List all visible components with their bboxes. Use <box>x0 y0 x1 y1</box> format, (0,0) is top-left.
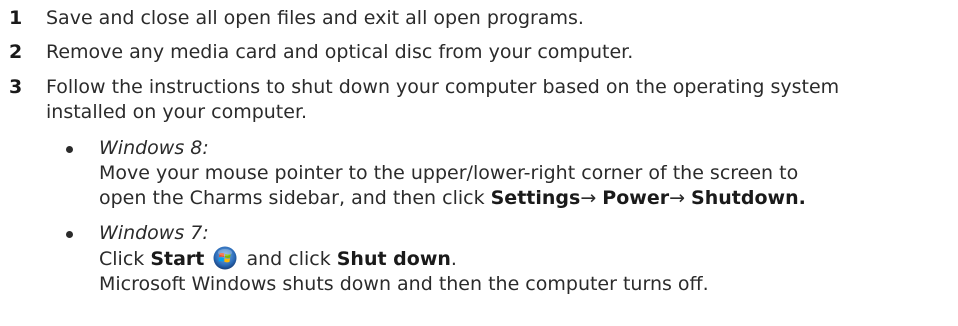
step-text: Save and close all open files and exit a… <box>46 7 584 29</box>
instruction-line: open the Charms sidebar, and then click … <box>99 186 949 211</box>
step-number: 2 <box>9 41 23 63</box>
bullet-body: Windows 7: Click Start and click Shut do… <box>99 221 949 297</box>
instruction-line: Microsoft Windows shuts down and then th… <box>99 273 709 295</box>
arrow-right-icon: → <box>580 187 597 209</box>
bullet-body: Windows 8: Move your mouse pointer to th… <box>99 136 949 211</box>
instruction-line: Move your mouse pointer to the upper/low… <box>99 162 799 184</box>
instruction-line: Click Start and click Shut down. <box>99 246 949 272</box>
shutdown-label: Shutdown. <box>691 187 806 209</box>
power-label: Power <box>602 187 670 209</box>
os-label: Windows 8: <box>99 137 209 159</box>
instruction-text: . <box>450 248 457 270</box>
step-text: Follow the instructions to shut down you… <box>46 75 946 125</box>
settings-label: Settings <box>490 187 581 209</box>
windows-start-icon <box>213 246 237 270</box>
step-text-line: Follow the instructions to shut down you… <box>46 76 840 98</box>
arrow-right-icon: → <box>669 187 685 209</box>
step-text-line: installed on your computer. <box>46 101 308 123</box>
bullet-icon <box>66 231 73 238</box>
step-number: 1 <box>9 7 23 29</box>
shut-down-label: Shut down <box>336 248 451 270</box>
start-label: Start <box>150 248 205 270</box>
os-label: Windows 7: <box>99 222 209 244</box>
step-number: 3 <box>9 76 23 98</box>
bullet-icon <box>66 146 73 153</box>
step-text: Remove any media card and optical disc f… <box>46 41 634 63</box>
instruction-text: open the Charms sidebar, and then click <box>99 187 491 209</box>
instruction-text: and click <box>240 248 337 270</box>
instruction-text: Click <box>99 248 151 270</box>
